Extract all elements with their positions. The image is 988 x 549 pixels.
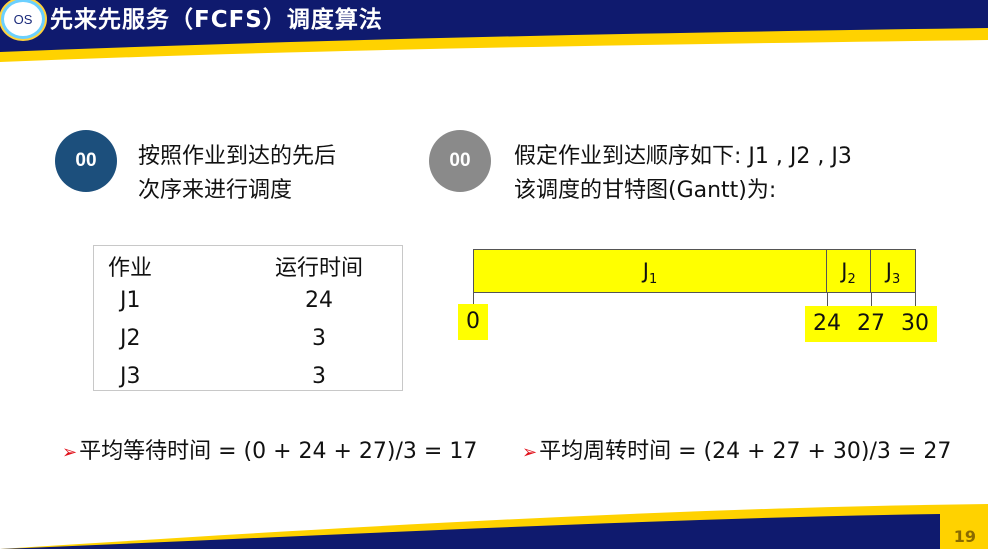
point-badge-1: 00 [55,130,117,192]
header-runtime: 运行时间 [274,256,363,281]
cell-job: J3 [120,364,141,389]
point1-line2: 次序来进行调度 [138,178,293,203]
gantt-tick-label: 0 [458,304,488,340]
point-text-1: 按照作业到达的先后 次序来进行调度 [138,140,398,208]
arrow-bullet-icon: ➢ [522,442,538,463]
table-row: J1 24 [94,286,402,324]
gantt-segment-j2: J2 [827,250,871,292]
arrow-bullet-icon: ➢ [62,442,78,463]
gantt-tick [871,292,872,306]
gantt-tick [915,292,916,306]
gantt-segment-j3: J3 [885,259,901,288]
slide-title: 先来先服务（FCFS）调度算法 [50,7,383,33]
avg-turnaround-time: ➢平均周转时间 = (24 + 27 + 30)/3 = 27 [522,439,952,464]
jobs-table: 作业 运行时间 J1 24 J2 3 J3 3 [93,245,403,391]
table-header-row: 作业 运行时间 [94,248,402,286]
cell-runtime: 24 [305,288,333,313]
gantt-chart: J1 J2 J3 [473,249,916,293]
gantt-tick-label: 24 [805,306,849,342]
gantt-segment-j1: J1 [474,250,827,292]
os-logo: OS [4,2,42,36]
page-number: 19 [953,527,976,546]
point2-line2: 该调度的甘特图(Gantt)为: [514,178,777,203]
gantt-tick [827,292,828,306]
table-row: J2 3 [94,324,402,362]
header-job: 作业 [108,256,153,281]
cell-runtime: 3 [312,326,326,351]
table-row: J3 3 [94,362,402,400]
cell-runtime: 3 [312,364,326,389]
point2-line1: 假定作业到达顺序如下: J1 , J2 , J3 [514,144,852,169]
point1-line1: 按照作业到达的先后 [138,144,337,169]
gantt-tick-label: 27 [849,306,893,342]
cell-job: J2 [120,326,141,351]
point-badge-2: 00 [429,130,491,192]
gantt-tick-label: 30 [893,306,937,342]
footer-band [0,504,988,549]
point-text-2: 假定作业到达顺序如下: J1 , J2 , J3 该调度的甘特图(Gantt)为… [514,140,954,208]
cell-job: J1 [120,288,141,313]
avg-wait-time: ➢平均等待时间 = (0 + 24 + 27)/3 = 17 [62,439,478,464]
